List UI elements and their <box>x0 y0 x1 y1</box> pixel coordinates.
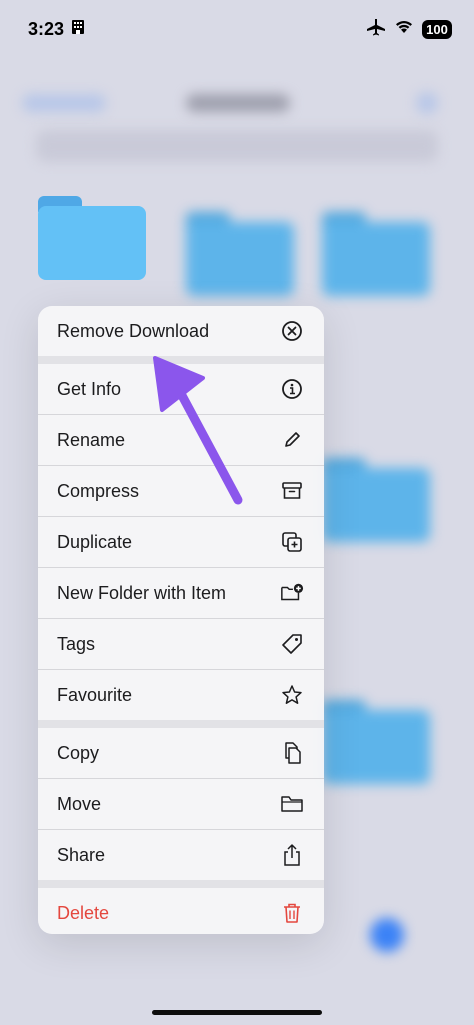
menu-item-label: New Folder with Item <box>57 582 227 603</box>
menu-item-share[interactable]: Share <box>38 830 324 880</box>
menu-item-label: Compress <box>57 480 140 501</box>
status-indicators: 100 <box>366 18 452 41</box>
menu-item-label: Rename <box>57 429 126 450</box>
duplicate-icon <box>280 530 304 554</box>
folder-blurred <box>322 700 430 784</box>
share-icon <box>280 843 304 867</box>
info-icon <box>280 377 304 401</box>
star-icon <box>280 683 304 707</box>
remove-download-icon <box>280 319 304 343</box>
menu-item-label: Remove Download <box>57 320 210 341</box>
menu-section-divider <box>38 356 324 364</box>
folder-blurred <box>186 212 294 296</box>
status-time-group: 3:23 <box>28 19 86 40</box>
menu-item-copy[interactable]: Copy <box>38 728 324 778</box>
home-indicator[interactable] <box>152 1010 322 1015</box>
nav-bar-blurred <box>0 88 474 118</box>
menu-section-divider <box>38 720 324 728</box>
tag-icon <box>280 632 304 656</box>
folder-icon <box>280 792 304 816</box>
copy-icon <box>280 741 304 765</box>
menu-item-label: Move <box>57 793 102 814</box>
menu-item-label: Copy <box>57 742 100 763</box>
building-icon <box>70 19 86 40</box>
menu-item-move[interactable]: Move <box>38 779 324 829</box>
trash-icon <box>280 901 304 925</box>
folder-blurred <box>322 458 430 542</box>
menu-item-favourite[interactable]: Favourite <box>38 670 324 720</box>
menu-item-label: Duplicate <box>57 531 133 552</box>
pencil-icon <box>280 428 304 452</box>
menu-item-label: Favourite <box>57 684 133 705</box>
airplane-icon <box>366 18 386 41</box>
archive-box-icon <box>280 479 304 503</box>
menu-item-remove-download[interactable]: Remove Download <box>38 306 324 356</box>
new-folder-icon <box>280 581 304 605</box>
folder-blurred <box>322 212 430 296</box>
menu-item-duplicate[interactable]: Duplicate <box>38 517 324 567</box>
selected-folder-icon <box>38 196 146 280</box>
battery-indicator: 100 <box>422 19 452 39</box>
menu-item-delete[interactable]: Delete <box>38 888 324 934</box>
status-time: 3:23 <box>28 18 65 39</box>
status-bar: 3:23 100 <box>0 0 474 58</box>
menu-item-rename[interactable]: Rename <box>38 415 324 465</box>
search-bar-blurred <box>36 130 438 162</box>
menu-section-divider <box>38 880 324 888</box>
context-menu: Remove Download Get Info Rename Compress… <box>38 306 324 934</box>
wifi-icon <box>394 19 414 40</box>
menu-item-tags[interactable]: Tags <box>38 619 324 669</box>
menu-item-label: Get Info <box>57 378 122 399</box>
menu-item-compress[interactable]: Compress <box>38 466 324 516</box>
menu-item-get-info[interactable]: Get Info <box>38 364 324 414</box>
menu-item-label: Tags <box>57 633 96 654</box>
menu-item-label: Share <box>57 844 106 865</box>
menu-item-new-folder-with-item[interactable]: New Folder with Item <box>38 568 324 618</box>
menu-item-label: Delete <box>57 902 110 923</box>
fab-blurred <box>370 918 404 952</box>
